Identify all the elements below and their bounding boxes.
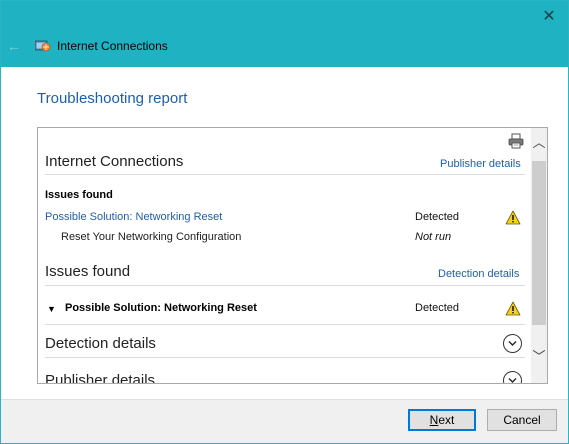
detection-details-link[interactable]: Detection details <box>438 268 519 280</box>
section-divider <box>45 285 525 286</box>
back-arrow-button[interactable]: ← <box>7 39 21 53</box>
section-divider <box>45 174 525 175</box>
section-divider <box>45 357 525 358</box>
next-button[interactable]: Next <box>408 409 476 431</box>
close-button[interactable]: ✕ <box>536 5 562 29</box>
scroll-down-arrow-icon[interactable]: ﹀ <box>531 350 547 364</box>
sub-item-label: Reset Your Networking Configuration <box>61 231 242 243</box>
report-content: Internet Connections Publisher details I… <box>38 128 532 383</box>
issues-found-subheading: Issues found <box>45 189 113 201</box>
footer-bar: Next Cancel <box>1 399 568 443</box>
warning-icon <box>505 301 521 316</box>
scroll-thumb[interactable] <box>532 161 546 325</box>
publisher-details-link[interactable]: Publisher details <box>440 158 521 170</box>
section-heading-issues-found: Issues found <box>45 263 131 280</box>
sub-item-status: Not run <box>415 231 452 243</box>
vertical-scrollbar[interactable]: ︿ ﹀ <box>531 128 547 383</box>
report-title: Troubleshooting report <box>37 90 188 107</box>
issue-row-label[interactable]: Possible Solution: Networking Reset <box>65 302 257 314</box>
title-bar: ✕ ← Internet Connections <box>1 1 568 67</box>
window-title: Internet Connections <box>57 39 168 53</box>
chevron-circle-down-icon[interactable] <box>503 334 522 353</box>
warning-icon <box>505 210 521 225</box>
section-heading-detection-details: Detection details <box>45 335 156 352</box>
expand-arrow-icon[interactable]: ▼ <box>47 304 56 314</box>
internet-connections-icon <box>35 40 51 52</box>
section-divider <box>45 324 525 325</box>
chevron-circle-down-icon[interactable] <box>503 371 522 383</box>
report-panel: Internet Connections Publisher details I… <box>37 127 548 384</box>
section-heading-publisher-details: Publisher details <box>45 372 156 383</box>
printer-icon[interactable] <box>508 133 524 149</box>
section-heading-internet-connections: Internet Connections <box>45 153 184 170</box>
solution-status: Detected <box>415 211 460 223</box>
issue-row-status: Detected <box>415 302 460 314</box>
scroll-up-arrow-icon[interactable]: ︿ <box>531 136 547 150</box>
cancel-button[interactable]: Cancel <box>487 409 557 431</box>
troubleshooter-window: ✕ ← Internet Connections Troubleshooting… <box>0 0 569 444</box>
possible-solution-link[interactable]: Possible Solution: Networking Reset <box>45 211 222 223</box>
